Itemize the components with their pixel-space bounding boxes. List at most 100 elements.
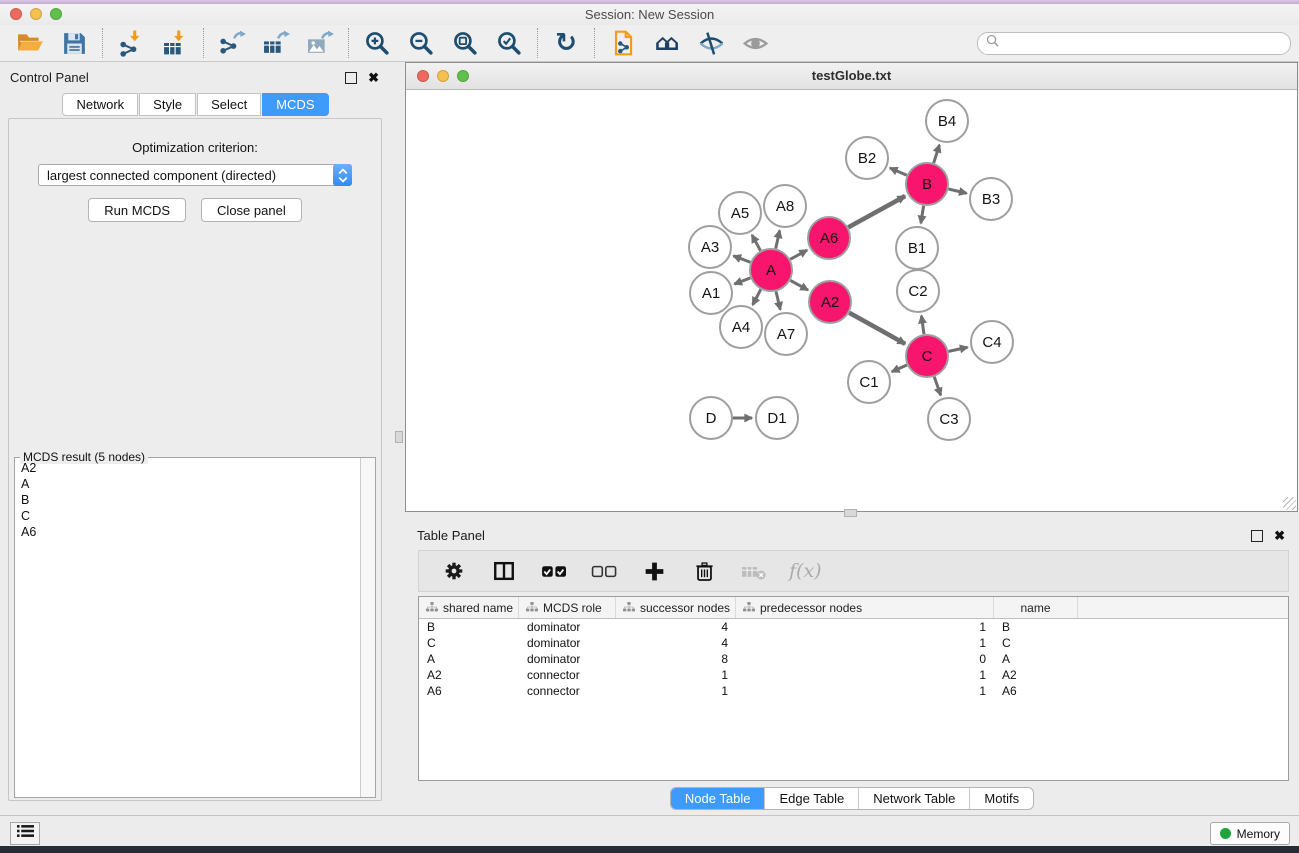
graph-node-C1[interactable]: C1: [848, 361, 890, 403]
table-cell[interactable]: B: [994, 620, 1078, 634]
import-table-icon[interactable]: [160, 28, 190, 58]
zoom-out-icon[interactable]: [406, 28, 436, 58]
splitter-handle-bottom[interactable]: [844, 509, 857, 517]
network-canvas[interactable]: B4B2BB3A5A8A6B1A3AA1A2C2A4A7C4CC1C3DD1: [406, 90, 1297, 511]
export-table-icon[interactable]: [261, 28, 291, 58]
deselect-all-icon[interactable]: [589, 556, 619, 586]
table-cell[interactable]: 1: [736, 684, 994, 698]
table-cell[interactable]: A: [419, 652, 519, 666]
graph-edge-B-B2[interactable]: [890, 168, 907, 175]
tab-style[interactable]: Style: [139, 93, 196, 116]
table-tab-network-table[interactable]: Network Table: [858, 788, 969, 809]
mcds-result-list[interactable]: A2ABCA6: [15, 460, 360, 797]
table-tab-node-table[interactable]: Node Table: [671, 788, 765, 809]
save-session-icon[interactable]: [59, 28, 89, 58]
graph-node-A[interactable]: A: [750, 249, 792, 291]
table-cell[interactable]: 1: [616, 668, 736, 682]
graph-edge-A-A3[interactable]: [733, 256, 750, 262]
table-row[interactable]: A2connector11A2: [419, 667, 1288, 683]
table-tab-motifs[interactable]: Motifs: [969, 788, 1033, 809]
table-cell[interactable]: dominator: [519, 636, 616, 650]
graph-node-A7[interactable]: A7: [765, 313, 807, 355]
tab-select[interactable]: Select: [197, 93, 261, 116]
hide-selected-icon[interactable]: [696, 28, 726, 58]
column-header-successor-nodes[interactable]: successor nodes: [616, 597, 736, 618]
graph-node-A6[interactable]: A6: [808, 217, 850, 259]
graph-edge-B-B4[interactable]: [934, 145, 940, 163]
table-cell[interactable]: dominator: [519, 652, 616, 666]
graph-edge-A-A2[interactable]: [790, 280, 808, 290]
table-cell[interactable]: A6: [994, 684, 1078, 698]
function-builder-icon[interactable]: f(x): [789, 560, 822, 582]
table-cell[interactable]: 0: [736, 652, 994, 666]
graph-node-A2[interactable]: A2: [809, 281, 851, 323]
export-image-icon[interactable]: [305, 28, 335, 58]
table-tab-edge-table[interactable]: Edge Table: [764, 788, 858, 809]
graph-edge-A-A4[interactable]: [753, 289, 761, 304]
optimization-criterion-select[interactable]: largest connected component (directed): [38, 164, 352, 186]
close-table-panel-icon[interactable]: ✖: [1274, 531, 1285, 541]
graph-node-A3[interactable]: A3: [689, 226, 731, 268]
table-cell[interactable]: 1: [736, 620, 994, 634]
graph-node-C4[interactable]: C4: [971, 321, 1013, 363]
create-column-icon[interactable]: [639, 556, 669, 586]
table-cell[interactable]: connector: [519, 668, 616, 682]
table-row[interactable]: A6connector11A6: [419, 683, 1288, 699]
graph-edge-A2-C[interactable]: [849, 313, 905, 344]
export-network-icon[interactable]: [217, 28, 247, 58]
mcds-result-item[interactable]: A2: [15, 460, 360, 476]
mcds-result-item[interactable]: C: [15, 508, 360, 524]
table-cell[interactable]: 1: [736, 668, 994, 682]
table-cell[interactable]: 8: [616, 652, 736, 666]
graph-node-A4[interactable]: A4: [720, 306, 762, 348]
graph-edge-C-C1[interactable]: [892, 365, 907, 372]
resize-grip[interactable]: [1283, 497, 1296, 510]
table-row[interactable]: Bdominator41B: [419, 619, 1288, 635]
graph-node-B4[interactable]: B4: [926, 100, 968, 142]
graph-edge-C-C3[interactable]: [934, 377, 941, 396]
graph-node-B3[interactable]: B3: [970, 178, 1012, 220]
run-mcds-button[interactable]: Run MCDS: [88, 198, 186, 222]
graph-node-C3[interactable]: C3: [928, 398, 970, 440]
settings-icon[interactable]: [439, 556, 469, 586]
zoom-fit-icon[interactable]: [450, 28, 480, 58]
search-input[interactable]: [1004, 35, 1282, 51]
tab-mcds[interactable]: MCDS: [262, 93, 328, 116]
graph-node-D[interactable]: D: [690, 397, 732, 439]
table-cell[interactable]: 1: [736, 636, 994, 650]
tab-network[interactable]: Network: [62, 93, 138, 116]
table-cell[interactable]: 4: [616, 620, 736, 634]
graph-edge-B-B3[interactable]: [948, 189, 966, 193]
close-panel-icon[interactable]: ✖: [368, 73, 379, 83]
open-file-icon[interactable]: [15, 28, 45, 58]
table-cell[interactable]: C: [994, 636, 1078, 650]
graph-edge-A-A5[interactable]: [752, 235, 761, 251]
graph-node-C2[interactable]: C2: [897, 270, 939, 312]
column-header-shared-name[interactable]: shared name: [419, 597, 519, 618]
close-panel-button[interactable]: Close panel: [201, 198, 302, 222]
graph-node-A8[interactable]: A8: [764, 185, 806, 227]
graph-edge-A-A6[interactable]: [790, 250, 807, 259]
delete-columns-icon[interactable]: [689, 556, 719, 586]
column-header-predecessor-nodes[interactable]: predecessor nodes: [736, 597, 994, 618]
table-cell[interactable]: A: [994, 652, 1078, 666]
select-all-icon[interactable]: [539, 556, 569, 586]
float-panel-icon[interactable]: [345, 72, 357, 84]
table-cell[interactable]: 1: [616, 684, 736, 698]
graph-node-D1[interactable]: D1: [756, 397, 798, 439]
graph-node-B[interactable]: B: [906, 163, 948, 205]
graph-edge-C-C2[interactable]: [921, 316, 924, 334]
table-cell[interactable]: dominator: [519, 620, 616, 634]
table-cell[interactable]: C: [419, 636, 519, 650]
main-titlebar[interactable]: Session: New Session: [0, 4, 1299, 25]
network-from-file-icon[interactable]: [608, 28, 638, 58]
refresh-icon[interactable]: ↻: [551, 28, 581, 58]
mcds-result-item[interactable]: A6: [15, 524, 360, 540]
network-window-titlebar[interactable]: testGlobe.txt: [406, 63, 1297, 90]
show-all-icon[interactable]: [740, 28, 770, 58]
graph-edge-A-A1[interactable]: [734, 278, 750, 284]
memory-button[interactable]: Memory: [1210, 822, 1290, 845]
first-neighbors-icon[interactable]: ⌂⌂: [652, 28, 682, 58]
table-row[interactable]: Cdominator41C: [419, 635, 1288, 651]
column-header-name[interactable]: name: [994, 597, 1078, 618]
